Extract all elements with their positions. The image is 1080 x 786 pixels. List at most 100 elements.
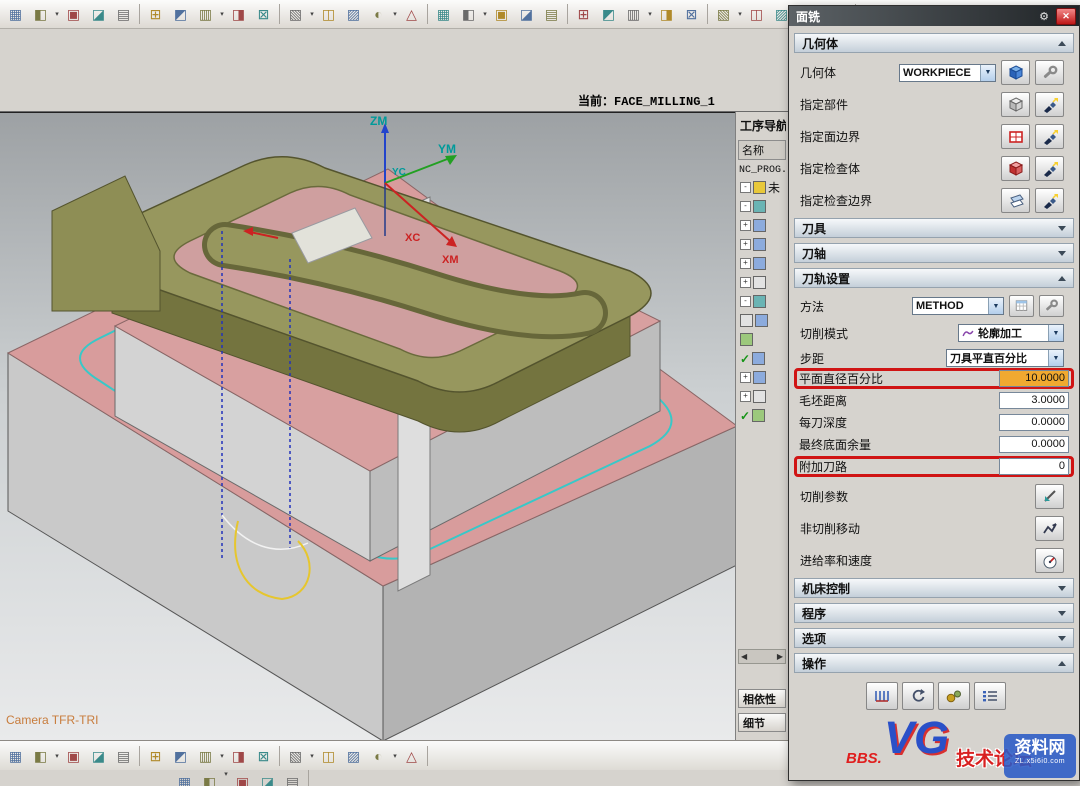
highlight-check-body-button[interactable] (1035, 156, 1064, 181)
toolbar-icon[interactable]: ◩ (596, 2, 621, 26)
toolbar-icon[interactable]: ▤ (539, 2, 564, 26)
toolbar-icon[interactable]: ◫ (744, 2, 769, 26)
new-method-button[interactable] (1009, 295, 1034, 317)
dialog-titlebar[interactable]: 面铣 ⚙ ✕ (789, 6, 1079, 26)
collapse-icon[interactable]: - (740, 182, 751, 193)
select-check-body-button[interactable] (1001, 156, 1030, 181)
chevron-down-icon[interactable]: ▼ (1048, 350, 1063, 366)
toolbar-icon[interactable]: ▧ (283, 744, 308, 768)
select-face-boundary-button[interactable] (1001, 124, 1030, 149)
chevron-down-icon[interactable] (1058, 611, 1066, 616)
toolbar-icon[interactable]: ▥ (193, 744, 218, 768)
section-program[interactable]: 程序 (794, 603, 1074, 623)
dependencies-bar[interactable]: 相依性 (738, 689, 786, 708)
feeds-speeds-button[interactable] (1035, 548, 1064, 573)
toolbar-icon[interactable]: ▦ (431, 2, 456, 26)
toolbar-icon[interactable]: ◪ (514, 2, 539, 26)
navigator-tree-row[interactable]: + (738, 387, 786, 406)
cut-mode-combobox[interactable]: 轮廓加工 ▼ (958, 324, 1064, 342)
toolbar-icon[interactable]: ▨ (341, 744, 366, 768)
toolbar-icon[interactable]: ▣ (61, 744, 86, 768)
toolbar-icon[interactable]: ◩ (168, 744, 193, 768)
toolbar-icon[interactable]: ◧ (28, 2, 53, 26)
expand-icon[interactable]: + (740, 372, 751, 383)
toolbar-icon[interactable]: ◧ (28, 744, 53, 768)
toolbar-icon[interactable]: ◨ (226, 744, 251, 768)
toolbar-icon[interactable]: ▥ (621, 2, 646, 26)
chevron-down-icon[interactable]: ▼ (980, 65, 995, 81)
chevron-up-icon[interactable] (1058, 276, 1066, 281)
geometry-combobox[interactable]: WORKPIECE ▼ (899, 64, 996, 82)
chevron-down-icon[interactable] (1058, 251, 1066, 256)
toolbar-dropdown-arrow-icon[interactable]: ▾ (222, 770, 230, 786)
toolbar-dropdown-arrow-icon[interactable]: ▾ (308, 10, 316, 18)
navigator-tree-row[interactable]: ✓ (738, 406, 786, 425)
verify-toolpath-button[interactable] (938, 682, 970, 710)
section-tool[interactable]: 刀具 (794, 218, 1074, 238)
chevron-down-icon[interactable] (1058, 226, 1066, 231)
toolbar-icon[interactable]: ◧ (456, 2, 481, 26)
section-actions[interactable]: 操作 (794, 653, 1074, 673)
graphics-viewport[interactable]: ZM YM YC XC XM Camera TFR-TRI (0, 112, 735, 741)
non-cutting-moves-button[interactable] (1035, 516, 1064, 541)
chevron-down-icon[interactable] (1058, 586, 1066, 591)
toolbar-icon[interactable]: ▤ (280, 770, 305, 786)
navigator-root-node[interactable]: NC_PROG... (739, 165, 786, 176)
toolbar-icon[interactable]: ▣ (61, 2, 86, 26)
blank-distance-input[interactable]: 3.0000 (999, 392, 1069, 409)
section-tool-axis[interactable]: 刀轴 (794, 243, 1074, 263)
toolbar-icon[interactable]: ◨ (226, 2, 251, 26)
toolbar-icon[interactable]: ⊠ (251, 2, 276, 26)
navigator-tree-row[interactable]: + (738, 368, 786, 387)
expand-icon[interactable]: + (740, 391, 751, 402)
scroll-right-icon[interactable]: ▶ (777, 652, 783, 661)
method-combobox[interactable]: METHOD ▼ (912, 297, 1004, 315)
toolbar-dropdown-arrow-icon[interactable]: ▾ (308, 752, 316, 760)
navigator-tree-row[interactable] (738, 311, 786, 330)
toolbar-icon[interactable]: ◐ (366, 2, 391, 26)
toolbar-icon[interactable]: ⊞ (143, 2, 168, 26)
navigator-tree-row[interactable]: + (738, 216, 786, 235)
chevron-down-icon[interactable]: ▼ (988, 298, 1003, 314)
toolbar-icon[interactable]: ▤ (111, 2, 136, 26)
navigator-tree-row[interactable]: -未 (738, 178, 786, 197)
toolbar-dropdown-arrow-icon[interactable]: ▾ (218, 10, 226, 18)
navigator-tree-row[interactable]: ✓ (738, 349, 786, 368)
toolbar-icon[interactable]: ▣ (489, 2, 514, 26)
toolbar-icon[interactable]: ⊞ (143, 744, 168, 768)
section-path-settings[interactable]: 刀轨设置 (794, 268, 1074, 288)
replay-toolpath-button[interactable] (902, 682, 934, 710)
toolbar-icon[interactable]: ◪ (86, 2, 111, 26)
additional-passes-input[interactable]: 0 (999, 458, 1069, 475)
details-bar[interactable]: 细节 (738, 713, 786, 732)
toolbar-icon[interactable]: ◪ (86, 744, 111, 768)
expand-icon[interactable]: + (740, 277, 751, 288)
section-geometry[interactable]: 几何体 (794, 33, 1074, 53)
toolbar-icon[interactable]: ▧ (283, 2, 308, 26)
toolbar-icon[interactable]: ▦ (3, 2, 28, 26)
toolbar-icon[interactable]: ◐ (366, 744, 391, 768)
navigator-tree-row[interactable]: - (738, 197, 786, 216)
toolbar-icon[interactable]: ⊞ (571, 2, 596, 26)
toolbar-icon[interactable]: ▦ (3, 744, 28, 768)
toolbar-dropdown-arrow-icon[interactable]: ▾ (218, 752, 226, 760)
toolbar-dropdown-arrow-icon[interactable]: ▾ (53, 752, 61, 760)
toolbar-icon[interactable]: ◪ (255, 770, 280, 786)
navigator-tree-row[interactable]: + (738, 273, 786, 292)
collapse-icon[interactable]: - (740, 201, 751, 212)
cutting-params-button[interactable] (1035, 484, 1064, 509)
dialog-close-button[interactable]: ✕ (1056, 8, 1076, 25)
toolbar-icon[interactable]: ▣ (230, 770, 255, 786)
toolbar-icon[interactable]: ◫ (316, 744, 341, 768)
highlight-face-boundary-button[interactable] (1035, 124, 1064, 149)
stepover-combobox[interactable]: 刀具平直百分比 ▼ (946, 349, 1064, 367)
depth-per-cut-input[interactable]: 0.0000 (999, 414, 1069, 431)
navigator-tree-row[interactable] (738, 330, 786, 349)
toolbar-icon[interactable]: ⊠ (251, 744, 276, 768)
toolbar-icon[interactable]: ▥ (193, 2, 218, 26)
navigator-tree-row[interactable]: + (738, 254, 786, 273)
toolbar-dropdown-arrow-icon[interactable]: ▾ (481, 10, 489, 18)
toolbar-icon[interactable]: ◧ (197, 770, 222, 786)
navigator-tree-row[interactable]: - (738, 292, 786, 311)
toolbar-icon[interactable]: △ (399, 2, 424, 26)
